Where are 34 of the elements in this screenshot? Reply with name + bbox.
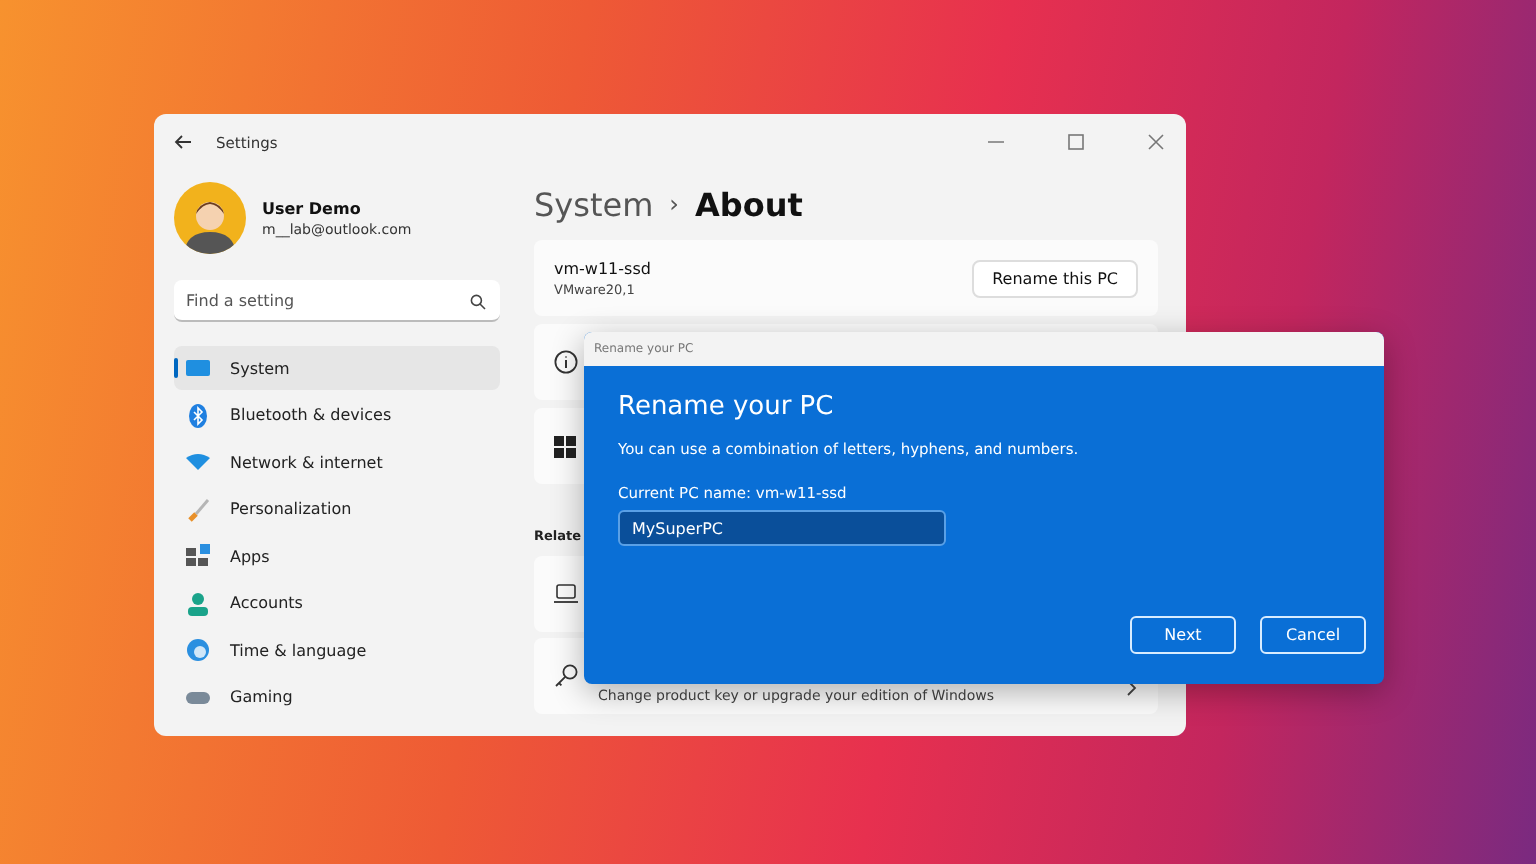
maximize-icon[interactable] xyxy=(1066,132,1086,152)
apps-icon xyxy=(186,544,210,568)
page-title: About xyxy=(694,185,803,223)
laptop-icon xyxy=(554,584,578,604)
nav-item[interactable]: System xyxy=(174,346,500,390)
nav-item[interactable]: Accounts xyxy=(174,581,500,625)
bluetooth-icon xyxy=(186,403,210,427)
key-icon xyxy=(554,664,578,688)
info-icon xyxy=(554,350,578,374)
monitor-icon xyxy=(186,356,210,380)
dialog-button[interactable]: Cancel xyxy=(1260,616,1366,654)
nav-item[interactable]: Apps xyxy=(174,534,500,578)
nav-item[interactable]: Bluetooth & devices xyxy=(174,393,500,437)
name-input[interactable]: MySuperPC xyxy=(618,510,946,546)
dialog-button[interactable]: Next xyxy=(1130,616,1236,654)
search-icon xyxy=(470,293,486,309)
nav-item[interactable]: Time & language xyxy=(174,628,500,672)
user-name: User Demo xyxy=(262,199,363,217)
paintbrush-icon xyxy=(186,497,210,521)
person-icon xyxy=(186,591,210,615)
back-arrow-icon[interactable] xyxy=(174,134,192,150)
nav-item[interactable]: Personalization xyxy=(174,487,500,531)
breadcrumb-link[interactable]: System xyxy=(534,185,654,223)
nav-item[interactable]: Network & internet xyxy=(174,440,500,484)
rename-button[interactable]: Rename this PC xyxy=(972,259,1138,297)
windows-logo-icon xyxy=(554,435,576,457)
wifi-icon xyxy=(186,450,210,474)
close-icon[interactable] xyxy=(1146,132,1166,152)
search-field[interactable]: Find a setting xyxy=(174,280,500,322)
pc-name: vm-w11-ssd xyxy=(554,259,651,277)
breadcrumb-separator: › xyxy=(669,190,679,218)
dialog-heading: Rename your PC xyxy=(618,392,836,422)
nav-item[interactable]: Gaming xyxy=(174,675,500,719)
avatar[interactable] xyxy=(174,182,246,254)
